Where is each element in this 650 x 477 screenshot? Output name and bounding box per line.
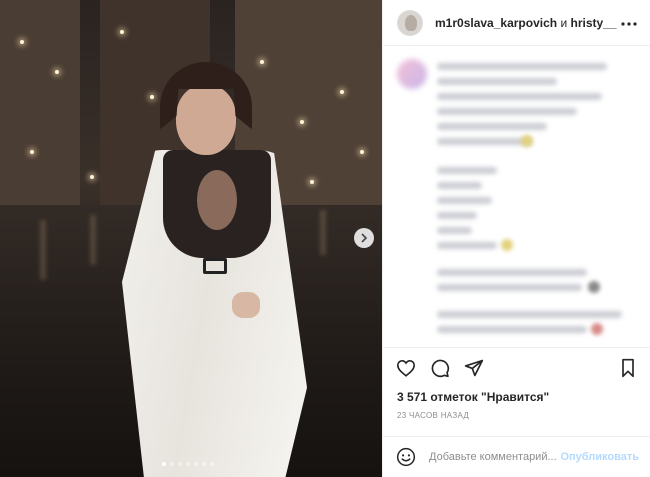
blurred-emoji [501, 239, 513, 251]
blurred-emoji [591, 323, 603, 335]
blurred-text [437, 93, 602, 100]
city-light [150, 95, 154, 99]
comment-input[interactable] [429, 451, 559, 463]
blurred-text [437, 197, 492, 204]
carousel-dot [210, 462, 214, 466]
conjunction: и [560, 15, 568, 30]
post-photo[interactable] [0, 0, 382, 477]
comment-icon[interactable] [429, 357, 451, 379]
blurred-text [437, 311, 622, 318]
caption-blurred [383, 47, 650, 347]
comment-bar: Опубликовать [383, 436, 650, 477]
likes-count[interactable]: 3 571 отметок "Нравится" [397, 390, 549, 404]
carousel-dot [202, 462, 206, 466]
city-light [260, 60, 264, 64]
blurred-text [437, 284, 582, 291]
blurred-text [437, 123, 547, 130]
blurred-text [437, 182, 482, 189]
blurred-text [437, 78, 557, 85]
smiley-icon[interactable] [395, 446, 417, 468]
carousel-dot [194, 462, 198, 466]
blurred-text [437, 63, 607, 70]
blurred-text [437, 108, 577, 115]
publish-button[interactable]: Опубликовать [560, 451, 639, 463]
more-options-icon[interactable] [620, 14, 638, 32]
face [176, 85, 236, 155]
carousel-dot [186, 462, 190, 466]
blurred-text [437, 326, 587, 333]
carousel-indicator [162, 462, 214, 466]
heart-icon[interactable] [395, 357, 417, 379]
carousel-dot [178, 462, 182, 466]
carousel-dot [170, 462, 174, 466]
author-names: m1r0slava_karpovich и hristy__ [435, 16, 617, 30]
city-light [310, 180, 314, 184]
city-light [120, 30, 124, 34]
hand [232, 292, 260, 318]
blurred-emoji [588, 281, 600, 293]
top-cutout [197, 170, 237, 230]
city-light [30, 150, 34, 154]
blurred-text [437, 227, 472, 234]
light-reflection [40, 220, 46, 280]
blurred-text [437, 138, 532, 145]
blurred-text [437, 167, 497, 174]
blurred-text [437, 269, 587, 276]
city-light [90, 175, 94, 179]
next-slide-button[interactable] [354, 228, 374, 248]
city-light [20, 40, 24, 44]
commenter-avatar [397, 59, 427, 89]
post-timestamp[interactable]: 23 ЧАСОВ НАЗАД [397, 411, 469, 420]
paper-plane-icon[interactable] [463, 357, 485, 379]
city-light [360, 150, 364, 154]
carousel-dot [162, 462, 166, 466]
avatar[interactable] [397, 9, 423, 36]
city-light [55, 70, 59, 74]
post-header: m1r0slava_karpovich и hristy__ [383, 0, 650, 46]
blurred-emoji [521, 135, 533, 147]
chevron-right-icon [361, 233, 368, 243]
belt-buckle [203, 258, 227, 274]
light-reflection [320, 210, 326, 255]
bookmark-icon[interactable] [617, 357, 639, 379]
city-light [300, 120, 304, 124]
post-details-panel: m1r0slava_karpovich и hristy__ 3 571 отм… [382, 0, 650, 477]
author-link[interactable]: m1r0slava_karpovich [435, 16, 557, 30]
city-light [340, 90, 344, 94]
blurred-text [437, 242, 497, 249]
blurred-text [437, 212, 477, 219]
light-reflection [90, 215, 96, 265]
coauthor-link[interactable]: hristy__ [570, 16, 616, 30]
post-actions [383, 347, 650, 387]
